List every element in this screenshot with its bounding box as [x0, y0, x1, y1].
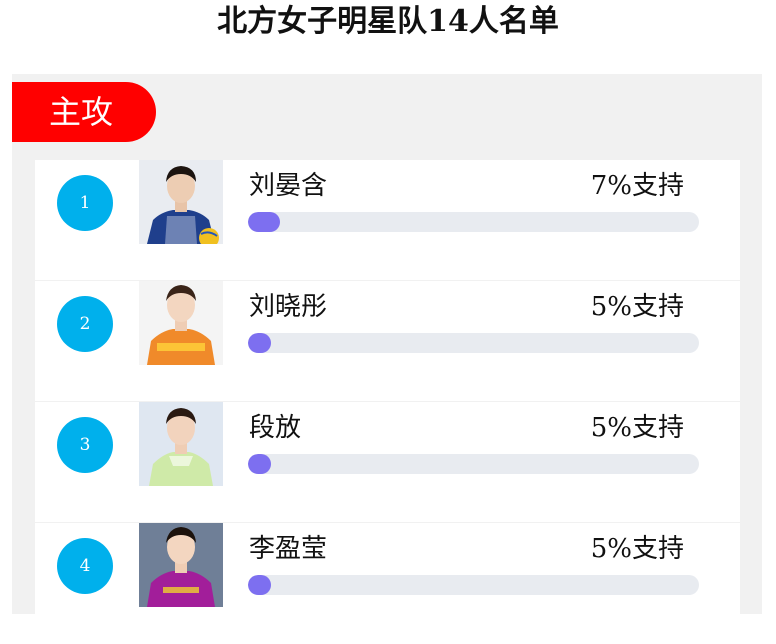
- support-percentage: 7%支持: [590, 171, 684, 201]
- player-photo: [139, 523, 223, 607]
- player-photo: [139, 402, 223, 486]
- player-name: 刘晓彤: [249, 292, 328, 322]
- section-tab-main-attacker[interactable]: 主攻: [12, 82, 156, 142]
- list-item[interactable]: 1 刘晏含 7%支持: [35, 160, 740, 280]
- support-progress-bar: [248, 333, 699, 353]
- player-photo: [139, 281, 223, 365]
- rank-badge: 3: [57, 417, 113, 473]
- player-name: 李盈莹: [249, 534, 328, 564]
- support-percentage: 5%支持: [590, 413, 684, 443]
- player-name: 段放: [249, 413, 302, 443]
- support-progress-bar: [248, 212, 699, 232]
- support-percentage: 5%支持: [590, 534, 684, 564]
- player-name: 刘晏含: [249, 171, 328, 201]
- support-progress-bar: [248, 575, 699, 595]
- support-progress-fill: [248, 454, 271, 474]
- list-item[interactable]: 3 段放 5%支持: [35, 402, 740, 522]
- list-item[interactable]: 4 李盈莹 5%支持: [35, 523, 740, 643]
- list-item[interactable]: 2 刘晓彤 5%支持: [35, 281, 740, 401]
- rank-badge: 1: [57, 175, 113, 231]
- page-title: 北方女子明星队14人名单: [217, 4, 559, 39]
- player-list: 1 刘晏含 7%支持 2 刘晓彤 5%支持 3 段放 5%支持 4 李盈莹 5%…: [35, 160, 740, 644]
- player-photo: [139, 160, 223, 244]
- section-panel: 主攻 1 刘晏含 7%支持 2 刘晓彤 5%支持 3 段放 5%支持 4 李盈莹…: [12, 74, 762, 643]
- support-progress-bar: [248, 454, 699, 474]
- rank-badge: 4: [57, 538, 113, 594]
- support-progress-fill: [248, 575, 271, 595]
- support-percentage: 5%支持: [590, 292, 684, 322]
- support-progress-fill: [248, 333, 271, 353]
- support-progress-fill: [248, 212, 280, 232]
- rank-badge: 2: [57, 296, 113, 352]
